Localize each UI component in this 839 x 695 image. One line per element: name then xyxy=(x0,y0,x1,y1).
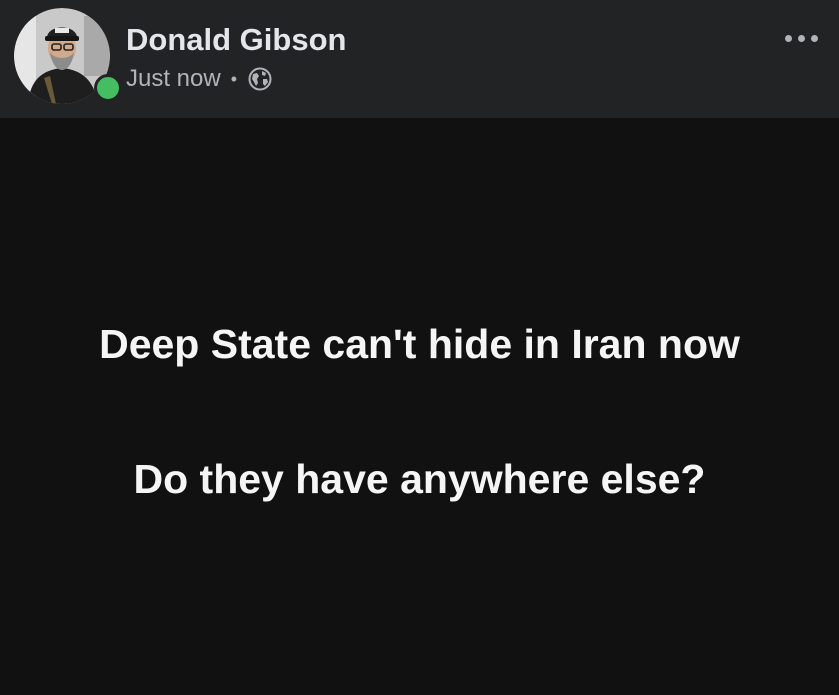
more-dot xyxy=(784,34,792,42)
author-name[interactable]: Donald Gibson xyxy=(126,22,346,58)
meta-separator: • xyxy=(230,68,238,89)
post-text-background: Deep State can't hide in Iran now Do the… xyxy=(0,118,839,695)
post-text-line: Deep State can't hide in Iran now xyxy=(99,321,740,367)
post-timestamp[interactable]: Just now xyxy=(126,65,221,93)
post-header: Donald Gibson Just now • xyxy=(0,0,839,118)
globe-icon[interactable] xyxy=(248,67,272,91)
avatar[interactable] xyxy=(14,8,122,104)
more-options-icon[interactable] xyxy=(779,24,823,52)
post-meta: Just now • xyxy=(126,63,272,95)
post-text-line: Do they have anywhere else? xyxy=(133,456,706,502)
more-dot xyxy=(797,34,805,42)
more-dot xyxy=(810,34,818,42)
online-status-indicator xyxy=(94,74,122,102)
